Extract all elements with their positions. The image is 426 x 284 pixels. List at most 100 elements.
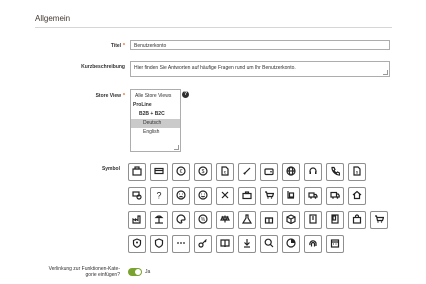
symbol-option[interactable] bbox=[348, 211, 366, 229]
symbol-option[interactable] bbox=[370, 211, 388, 229]
symbol-option[interactable] bbox=[326, 187, 344, 205]
symbol-label: Symbol bbox=[101, 166, 120, 172]
cart-add-icon bbox=[374, 211, 385, 229]
symbol-option[interactable]: ? bbox=[150, 187, 168, 205]
symbol-option[interactable] bbox=[128, 235, 146, 253]
scale-icon bbox=[220, 211, 230, 229]
store-view-label: Store View * bbox=[95, 93, 125, 99]
symbol-option[interactable] bbox=[282, 235, 300, 253]
building-icon bbox=[308, 211, 318, 229]
symbol-option[interactable]: € bbox=[216, 163, 234, 181]
symbol-option[interactable]: € bbox=[172, 163, 190, 181]
title-label: Titel * bbox=[110, 43, 125, 49]
symbol-option[interactable] bbox=[128, 211, 146, 229]
download-icon bbox=[242, 235, 252, 253]
symbol-option[interactable] bbox=[172, 187, 190, 205]
symbol-option[interactable] bbox=[282, 211, 300, 229]
store-view-option-subgroup: B2B + B2C bbox=[139, 111, 165, 117]
symbol-option[interactable] bbox=[348, 187, 366, 205]
symbol-option[interactable] bbox=[216, 187, 234, 205]
symbol-option[interactable] bbox=[128, 163, 146, 181]
symbol-option[interactable] bbox=[150, 211, 168, 229]
symbol-option[interactable] bbox=[194, 235, 212, 253]
symbol-option[interactable] bbox=[216, 235, 234, 253]
store-view-option[interactable]: Alle Store Views bbox=[131, 92, 180, 101]
symbol-option[interactable] bbox=[304, 211, 322, 229]
symbol-option[interactable] bbox=[172, 211, 190, 229]
toolbox-icon bbox=[242, 187, 252, 205]
cash-register-icon bbox=[132, 163, 142, 181]
tools-icon bbox=[220, 187, 230, 205]
symbol-option[interactable] bbox=[326, 163, 344, 181]
factory-icon bbox=[132, 211, 142, 229]
short-description-label: Kurzbeschreibung bbox=[81, 64, 125, 70]
symbol-option[interactable] bbox=[216, 211, 234, 229]
money-clock-icon bbox=[132, 187, 142, 205]
short-description-textarea[interactable]: Hier finden Sie Antworten auf häufige Fr… bbox=[130, 61, 390, 77]
dollar-coin-icon: $ bbox=[198, 163, 208, 181]
beach-icon bbox=[154, 211, 164, 229]
symbol-option[interactable] bbox=[150, 163, 168, 181]
symbol-option[interactable] bbox=[238, 235, 256, 253]
symbol-option[interactable] bbox=[304, 235, 322, 253]
store-view-multiselect[interactable]: Alle Store Views ProLine B2B + B2C Deuts… bbox=[130, 89, 181, 152]
store-view-option-group: ProLine bbox=[133, 102, 152, 108]
delivery-truck-icon bbox=[308, 187, 318, 205]
resize-handle-icon[interactable] bbox=[383, 70, 388, 75]
box-icon bbox=[286, 211, 296, 229]
symbol-option[interactable]: $ bbox=[348, 163, 366, 181]
symbol-option[interactable] bbox=[128, 187, 146, 205]
person-shield-icon bbox=[132, 235, 142, 253]
password-dots-icon bbox=[176, 235, 186, 253]
pie-chart-icon bbox=[286, 235, 296, 253]
symbol-option[interactable] bbox=[282, 163, 300, 181]
symbol-option[interactable] bbox=[238, 211, 256, 229]
key-icon bbox=[198, 235, 208, 253]
symbol-option[interactable] bbox=[326, 235, 344, 253]
symbol-option[interactable] bbox=[194, 187, 212, 205]
svg-text:%: % bbox=[201, 217, 206, 223]
symbol-option[interactable] bbox=[326, 211, 344, 229]
short-description-value: Hier finden Sie Antworten auf häufige Fr… bbox=[134, 65, 296, 71]
symbol-option[interactable] bbox=[260, 163, 278, 181]
search-icon bbox=[264, 235, 274, 253]
symbol-option[interactable] bbox=[260, 187, 278, 205]
svg-text:$: $ bbox=[356, 170, 359, 175]
symbol-option[interactable] bbox=[260, 235, 278, 253]
help-icon[interactable]: ? bbox=[182, 91, 189, 98]
symbol-option[interactable] bbox=[172, 235, 190, 253]
wallet-icon bbox=[264, 163, 274, 181]
book-icon bbox=[220, 235, 230, 253]
section-title: Allgemein bbox=[35, 14, 71, 23]
symbol-option[interactable] bbox=[304, 163, 322, 181]
resize-handle-icon[interactable] bbox=[174, 145, 179, 150]
category-link-toggle[interactable] bbox=[128, 268, 142, 276]
svg-text:€: € bbox=[180, 169, 183, 175]
headset-icon bbox=[308, 163, 318, 181]
svg-text:$: $ bbox=[202, 169, 205, 175]
home-icon bbox=[352, 187, 362, 205]
cart-icon bbox=[264, 187, 275, 205]
pencil-icon bbox=[242, 163, 252, 181]
store-view-option[interactable]: English bbox=[131, 128, 180, 137]
symbol-option[interactable] bbox=[282, 187, 300, 205]
vending-icon bbox=[330, 211, 340, 229]
symbol-option[interactable] bbox=[150, 235, 168, 253]
palette-icon bbox=[176, 211, 186, 229]
store-view-option-selected[interactable]: Deutsch bbox=[131, 119, 180, 128]
document-dollar-icon: $ bbox=[352, 163, 362, 181]
shopping-bag-icon bbox=[352, 211, 362, 229]
symbol-option[interactable] bbox=[260, 211, 278, 229]
symbol-option[interactable] bbox=[238, 187, 256, 205]
symbol-option[interactable] bbox=[238, 163, 256, 181]
calendar-icon bbox=[330, 235, 340, 253]
symbol-option[interactable]: % bbox=[194, 211, 212, 229]
hand-truck-icon bbox=[286, 187, 296, 205]
symbol-option[interactable]: $ bbox=[194, 163, 212, 181]
title-input[interactable]: Benutzerkonto bbox=[130, 40, 390, 50]
shield-icon bbox=[154, 235, 164, 253]
euro-coin-icon: € bbox=[176, 163, 186, 181]
symbol-option[interactable] bbox=[304, 187, 322, 205]
phone-icon bbox=[330, 163, 341, 181]
svg-text:€: € bbox=[224, 170, 227, 175]
